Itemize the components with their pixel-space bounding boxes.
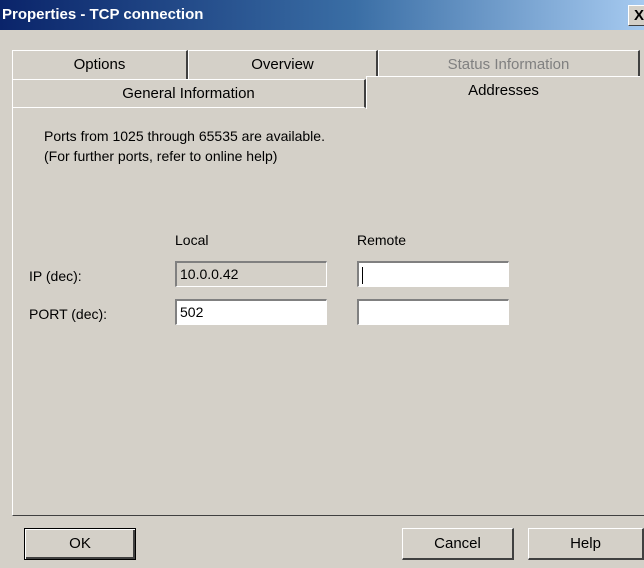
remote-port-input[interactable]: [357, 299, 509, 325]
ports-info-text: Ports from 1025 through 65535 are availa…: [44, 128, 325, 144]
port-label: PORT (dec):: [29, 306, 108, 322]
cancel-button[interactable]: Cancel: [402, 528, 514, 560]
tab-options[interactable]: Options: [12, 50, 188, 79]
text-caret: [362, 266, 363, 284]
local-ip-value: 10.0.0.42: [180, 266, 239, 282]
ports-help-text: (For further ports, refer to online help…: [44, 148, 278, 164]
tab-status-information: Status Information: [378, 50, 640, 79]
local-column-header: Local: [175, 232, 209, 248]
local-port-value: 502: [180, 304, 204, 320]
title-bar: Properties - TCP connection X: [0, 0, 644, 30]
window-title: Properties - TCP connection: [2, 6, 204, 23]
remote-column-header: Remote: [357, 232, 407, 248]
local-port-input[interactable]: 502: [175, 299, 327, 325]
tab-overview[interactable]: Overview: [188, 50, 378, 79]
ip-label: IP (dec):: [29, 268, 82, 284]
tab-general-information[interactable]: General Information: [12, 79, 366, 108]
local-ip-field: 10.0.0.42: [175, 261, 327, 287]
remote-ip-input[interactable]: [357, 261, 509, 287]
close-icon: X: [633, 7, 644, 24]
help-button[interactable]: Help: [528, 528, 644, 560]
tab-addresses[interactable]: Addresses: [366, 76, 640, 109]
close-button[interactable]: X: [628, 5, 644, 26]
ok-button[interactable]: OK: [24, 528, 136, 560]
addresses-panel: Ports from 1025 through 65535 are availa…: [12, 108, 644, 516]
